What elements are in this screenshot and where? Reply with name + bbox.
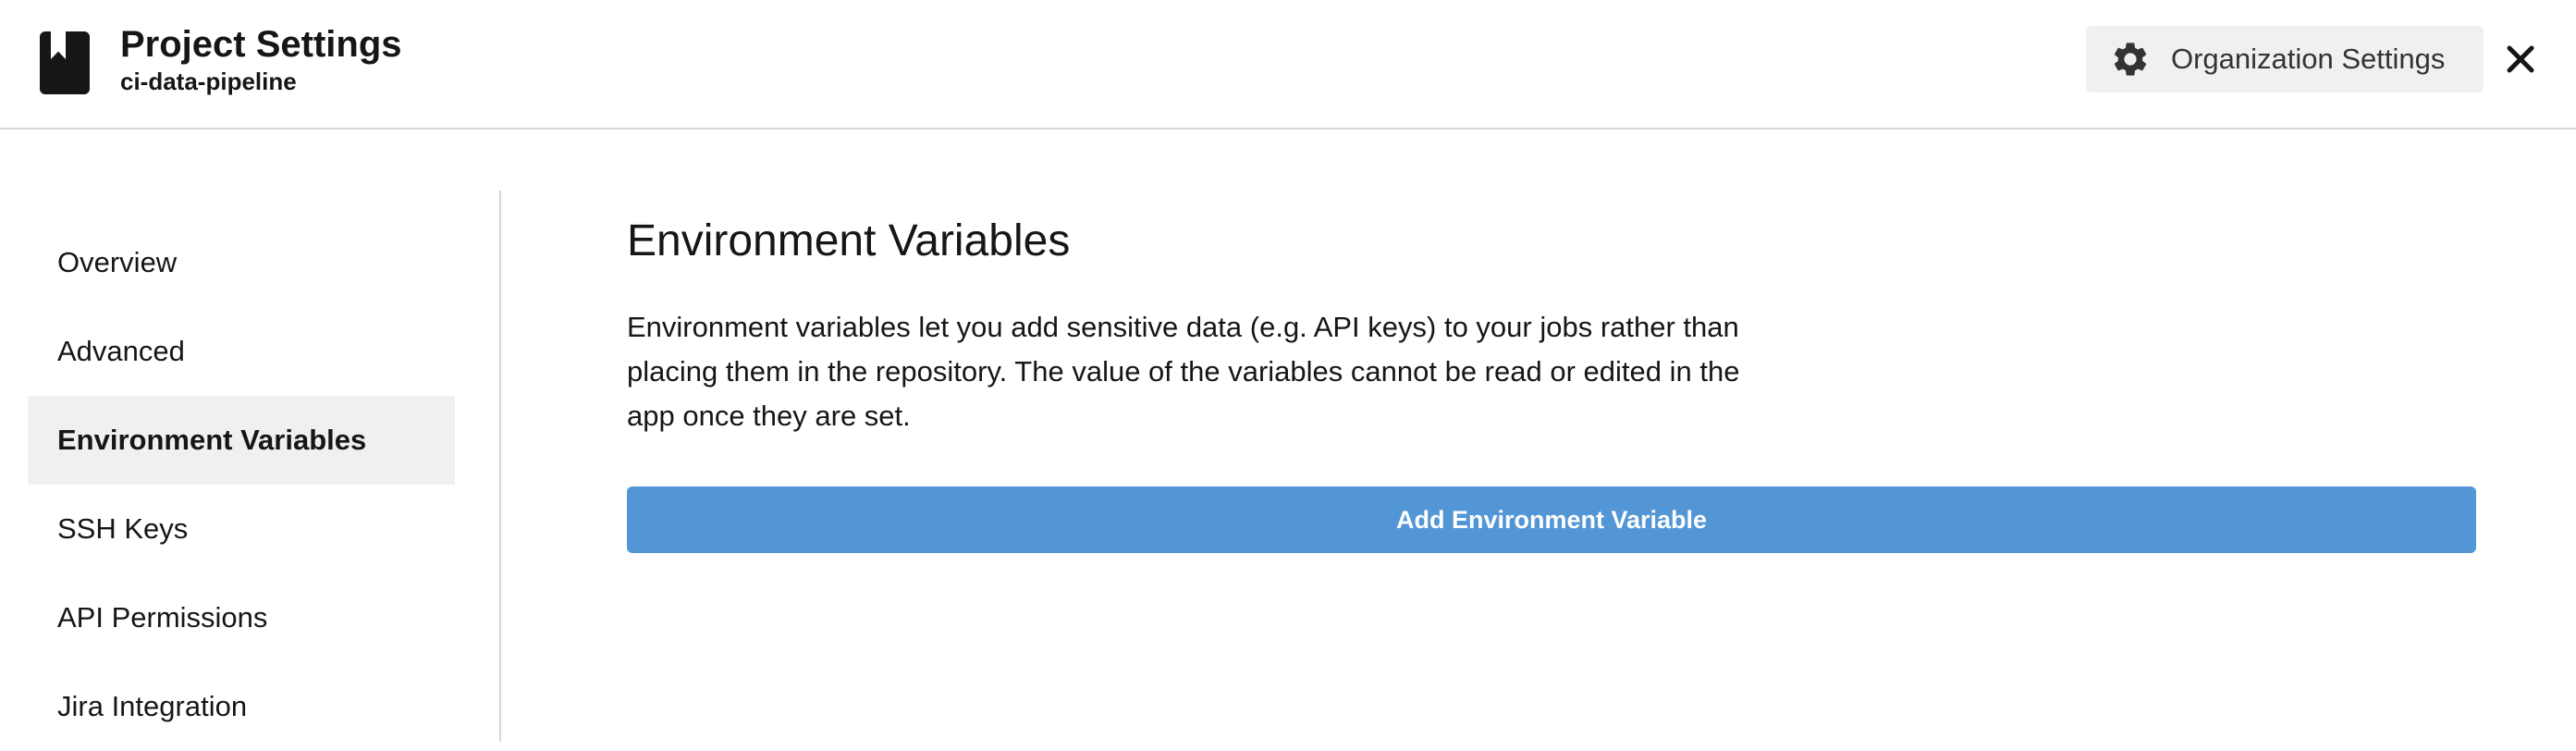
- sidebar-item-environment-variables[interactable]: Environment Variables: [28, 396, 455, 485]
- section-title: Environment Variables: [627, 216, 1071, 265]
- project-book-icon: [40, 31, 90, 94]
- sidebar-divider: [499, 191, 501, 742]
- project-name: ci-data-pipeline: [120, 68, 297, 95]
- sidebar-item-api-permissions[interactable]: API Permissions: [28, 573, 455, 662]
- bookmark-icon: [51, 31, 66, 59]
- sidebar-item-overview[interactable]: Overview: [28, 218, 455, 307]
- add-environment-variable-button[interactable]: Add Environment Variable: [627, 486, 2476, 553]
- close-icon[interactable]: [2502, 41, 2539, 78]
- page-title: Project Settings: [120, 24, 402, 65]
- main-content: Environment Variables Environment variab…: [627, 209, 1739, 432]
- sidebar-item-ssh-keys[interactable]: SSH Keys: [28, 485, 455, 573]
- page-header: Project Settings ci-data-pipeline Organi…: [0, 0, 2576, 129]
- settings-sidebar: Overview Advanced Environment Variables …: [28, 218, 455, 751]
- gear-icon: [2114, 43, 2147, 76]
- organization-settings-button[interactable]: Organization Settings: [2086, 26, 2484, 92]
- sidebar-item-advanced[interactable]: Advanced: [28, 307, 455, 396]
- sidebar-item-jira-integration[interactable]: Jira Integration: [28, 662, 455, 751]
- section-description: Environment variables let you add sensit…: [627, 311, 1740, 432]
- organization-settings-label: Organization Settings: [2171, 43, 2446, 75]
